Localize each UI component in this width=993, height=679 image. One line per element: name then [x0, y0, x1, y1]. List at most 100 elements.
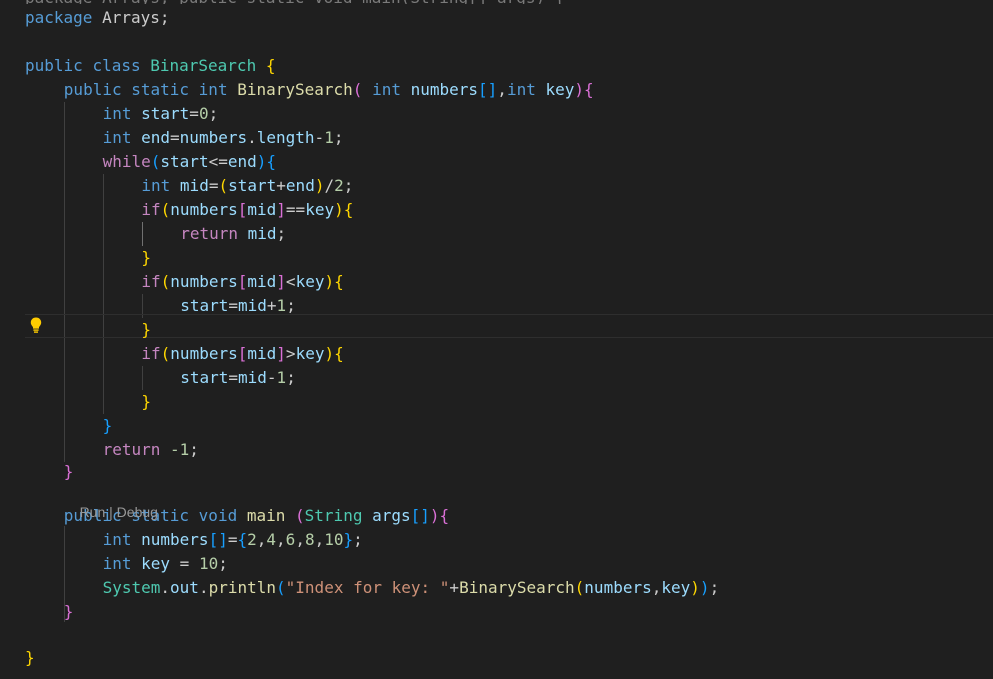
code-token: int [372, 80, 411, 99]
code-token: [ [237, 272, 248, 291]
codelens: Run | Debug [64, 482, 158, 520]
code-token: . [198, 578, 209, 597]
code-line[interactable]: while(start<=end){ [103, 150, 276, 174]
code-line[interactable]: int end=numbers.length-1; [103, 126, 344, 150]
code-token: key [295, 272, 325, 291]
code-token: { [584, 80, 594, 99]
code-line[interactable]: } [141, 246, 151, 270]
code-token: int [198, 80, 238, 99]
code-token: { [334, 272, 344, 291]
indent-guide-active [142, 222, 143, 246]
code-token: ( [160, 344, 171, 363]
code-line[interactable]: int numbers[]={2,4,6,8,10}; [103, 528, 363, 552]
code-token: args [372, 506, 411, 525]
code-line[interactable]: } [25, 646, 35, 670]
code-line[interactable]: int key = 10; [103, 552, 228, 576]
code-line[interactable]: } [141, 318, 151, 342]
code-token: ; [276, 224, 287, 243]
codelens-debug-link[interactable]: Debug [117, 504, 158, 520]
code-line[interactable]: int start=0; [103, 102, 219, 126]
current-line-highlight [25, 314, 993, 338]
code-token: . [160, 578, 171, 597]
code-token: { [343, 200, 354, 219]
code-token: [] [410, 506, 430, 525]
code-token: = [170, 128, 180, 147]
code-line[interactable]: if(numbers[mid]==key){ [141, 198, 353, 222]
code-token: while [102, 152, 151, 171]
code-token: mid [238, 368, 267, 387]
code-token: key [305, 200, 335, 219]
code-token: 1 [276, 296, 287, 315]
code-line[interactable]: } [103, 414, 113, 438]
code-token: key [661, 578, 691, 597]
code-token: = [189, 104, 199, 123]
code-token: - [266, 368, 277, 387]
code-token: static [131, 80, 199, 99]
code-token: numbers [141, 530, 209, 549]
code-line[interactable]: if(numbers[mid]<key){ [141, 270, 343, 294]
code-token: ) [574, 80, 585, 99]
code-token: if [141, 200, 161, 219]
code-line[interactable]: start=mid+1; [180, 294, 296, 318]
code-token: ; [286, 296, 296, 315]
code-token: { [237, 530, 248, 549]
code-token: mid [247, 272, 277, 291]
code-editor[interactable]: package Arrays; public class BinarSearch … [0, 0, 993, 679]
code-token: package [25, 8, 103, 27]
code-token: 6 [285, 530, 296, 549]
code-token: 10 [324, 530, 344, 549]
code-token: + [266, 296, 277, 315]
code-token: ; [343, 176, 354, 195]
code-line[interactable]: } [64, 460, 74, 484]
code-token: end [227, 152, 257, 171]
code-line[interactable]: public static int BinarySearch( int numb… [64, 78, 594, 102]
code-token: numbers [170, 344, 238, 363]
code-token: } [25, 648, 35, 667]
code-token: ( [218, 176, 229, 195]
code-token: start [141, 104, 190, 123]
code-token: } [141, 392, 152, 411]
code-line[interactable]: } [141, 390, 151, 414]
code-token: println [208, 578, 277, 597]
codelens-run-link[interactable]: Run [80, 504, 106, 520]
code-token: [] [478, 80, 498, 99]
code-token: } [63, 462, 74, 481]
code-token: ( [160, 272, 171, 291]
code-token: numbers [410, 80, 479, 99]
code-line[interactable]: start=mid-1; [180, 366, 296, 390]
code-token: ) [324, 344, 335, 363]
code-token: [ [237, 344, 248, 363]
code-token: ( [352, 80, 373, 99]
code-line[interactable]: return -1; [103, 438, 199, 462]
code-token: { [265, 56, 276, 75]
code-line[interactable]: package Arrays; [25, 6, 170, 30]
code-token: end [141, 128, 171, 147]
lightbulb-icon[interactable] [28, 316, 44, 334]
code-token: int [141, 176, 180, 195]
code-line[interactable]: public class BinarSearch { [25, 54, 275, 78]
code-token: ) [334, 200, 344, 219]
code-token: ] [276, 200, 286, 219]
code-token: - [314, 128, 325, 147]
code-token: ) [690, 578, 700, 597]
code-line[interactable]: int mid=(start+end)/2; [141, 174, 353, 198]
code-token: ( [160, 200, 171, 219]
code-token: System [102, 578, 161, 597]
code-token: void [198, 506, 247, 525]
code-token: key [295, 344, 325, 363]
code-token: String [304, 506, 373, 525]
code-line[interactable]: System.out.println("Index for key: "+Bin… [103, 576, 720, 600]
code-line[interactable]: } [64, 600, 74, 624]
code-line[interactable]: return mid; [180, 222, 286, 246]
code-line[interactable]: if(numbers[mid]>key){ [141, 342, 343, 366]
code-token: return [102, 440, 171, 459]
code-token: key [141, 554, 171, 573]
code-token: > [285, 344, 296, 363]
code-token: , [314, 530, 325, 549]
code-token: 2 [334, 176, 344, 195]
code-token: < [285, 272, 296, 291]
code-token: int [102, 128, 142, 147]
code-token: ( [150, 152, 161, 171]
partial-code-line: package Arrays; public static void main(… [0, 0, 993, 4]
